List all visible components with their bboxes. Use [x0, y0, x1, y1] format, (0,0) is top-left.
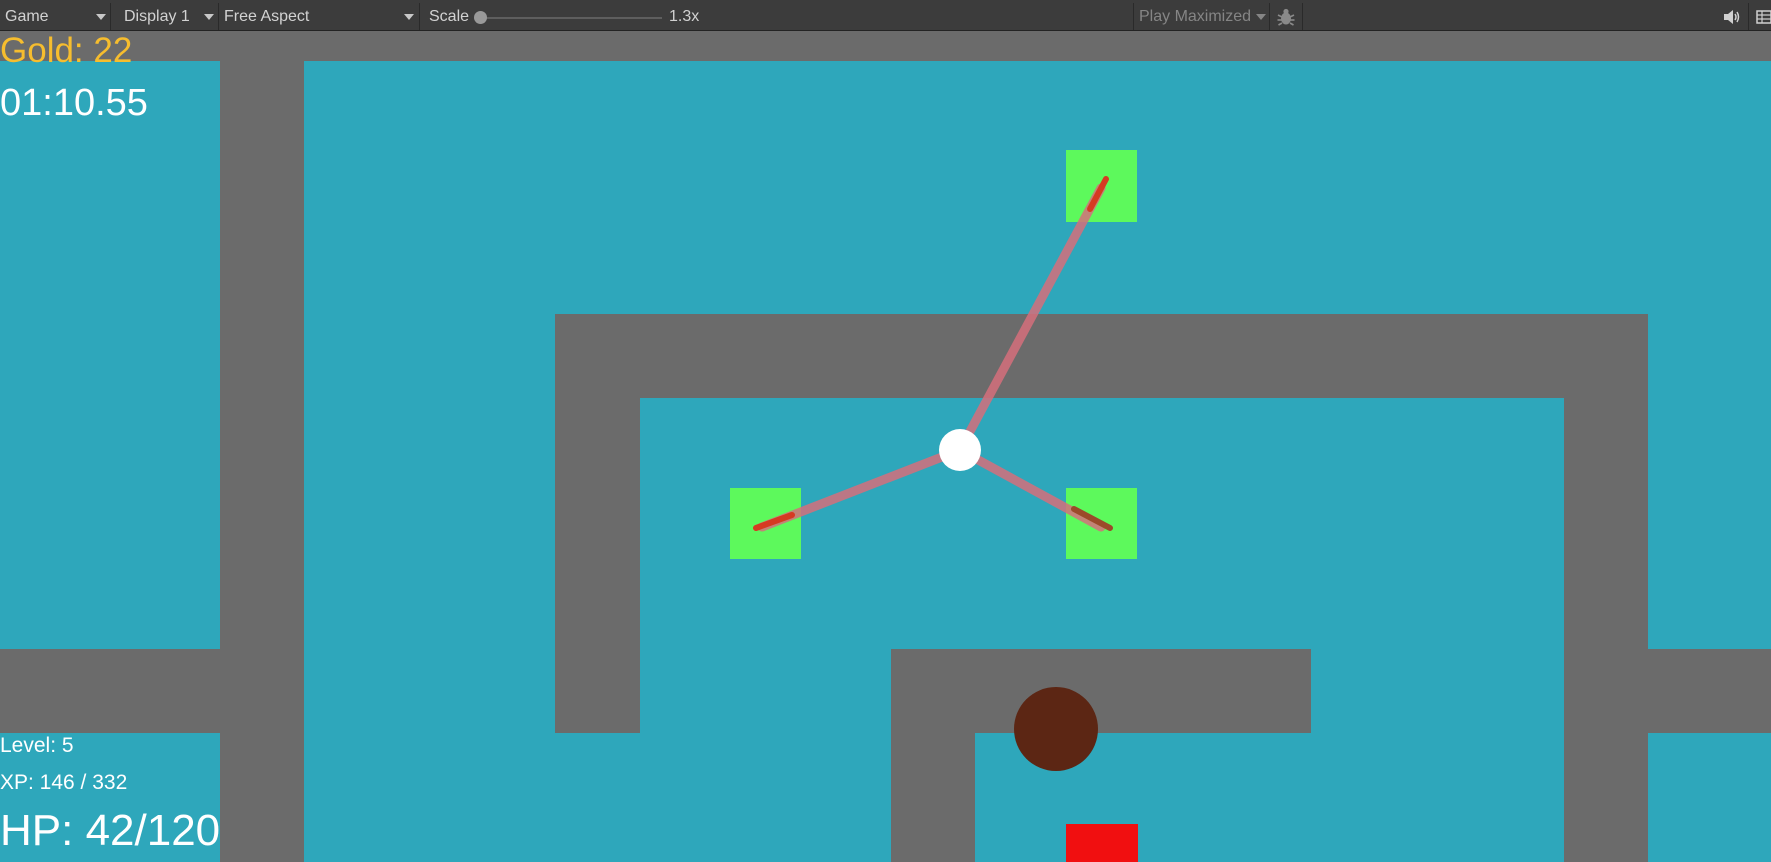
game-viewport[interactable]: Gold: 22 01:10.55 Level: 5 XP: 146 / 332…	[0, 31, 1771, 862]
scale-slider-handle[interactable]	[474, 11, 487, 24]
game-view-toolbar: Game Display 1 Free Aspect Scale 1.3x Pl…	[0, 0, 1771, 31]
chevron-down-icon	[96, 14, 106, 20]
gold-counter: Gold: 22	[0, 31, 133, 70]
elapsed-timer: 01:10.55	[0, 82, 148, 124]
attack-beams	[753, 176, 1113, 532]
hp-indicator: HP: 42/120	[0, 806, 221, 855]
level-indicator: Level: 5	[0, 734, 74, 757]
bug-icon[interactable]	[1276, 7, 1296, 27]
display-dropdown[interactable]: Display 1	[119, 3, 219, 30]
scale-slider-track[interactable]	[482, 17, 662, 19]
play-mode-dropdown[interactable]: Play Maximized	[1133, 3, 1270, 30]
chevron-down-icon	[1256, 14, 1266, 20]
display-label: Display 1	[124, 8, 190, 25]
xp-indicator: XP: 146 / 332	[0, 771, 128, 794]
speaker-icon[interactable]	[1723, 9, 1741, 25]
beam-to-enemy-top	[955, 183, 1106, 455]
aspect-label: Free Aspect	[224, 8, 310, 25]
player-orb	[939, 429, 981, 471]
view-mode-dropdown[interactable]: Game	[0, 3, 111, 30]
toolbar-divider	[1748, 3, 1749, 30]
stats-icon[interactable]	[1756, 9, 1771, 25]
chevron-down-icon	[204, 14, 214, 20]
chevron-down-icon	[404, 14, 414, 20]
toolbar-divider	[1302, 3, 1303, 30]
play-mode-label: Play Maximized	[1139, 8, 1252, 25]
slash-mark	[1087, 176, 1109, 212]
scale-value: 1.3x	[669, 8, 700, 25]
aspect-dropdown[interactable]: Free Aspect	[219, 3, 420, 30]
view-mode-label: Game	[5, 8, 49, 25]
